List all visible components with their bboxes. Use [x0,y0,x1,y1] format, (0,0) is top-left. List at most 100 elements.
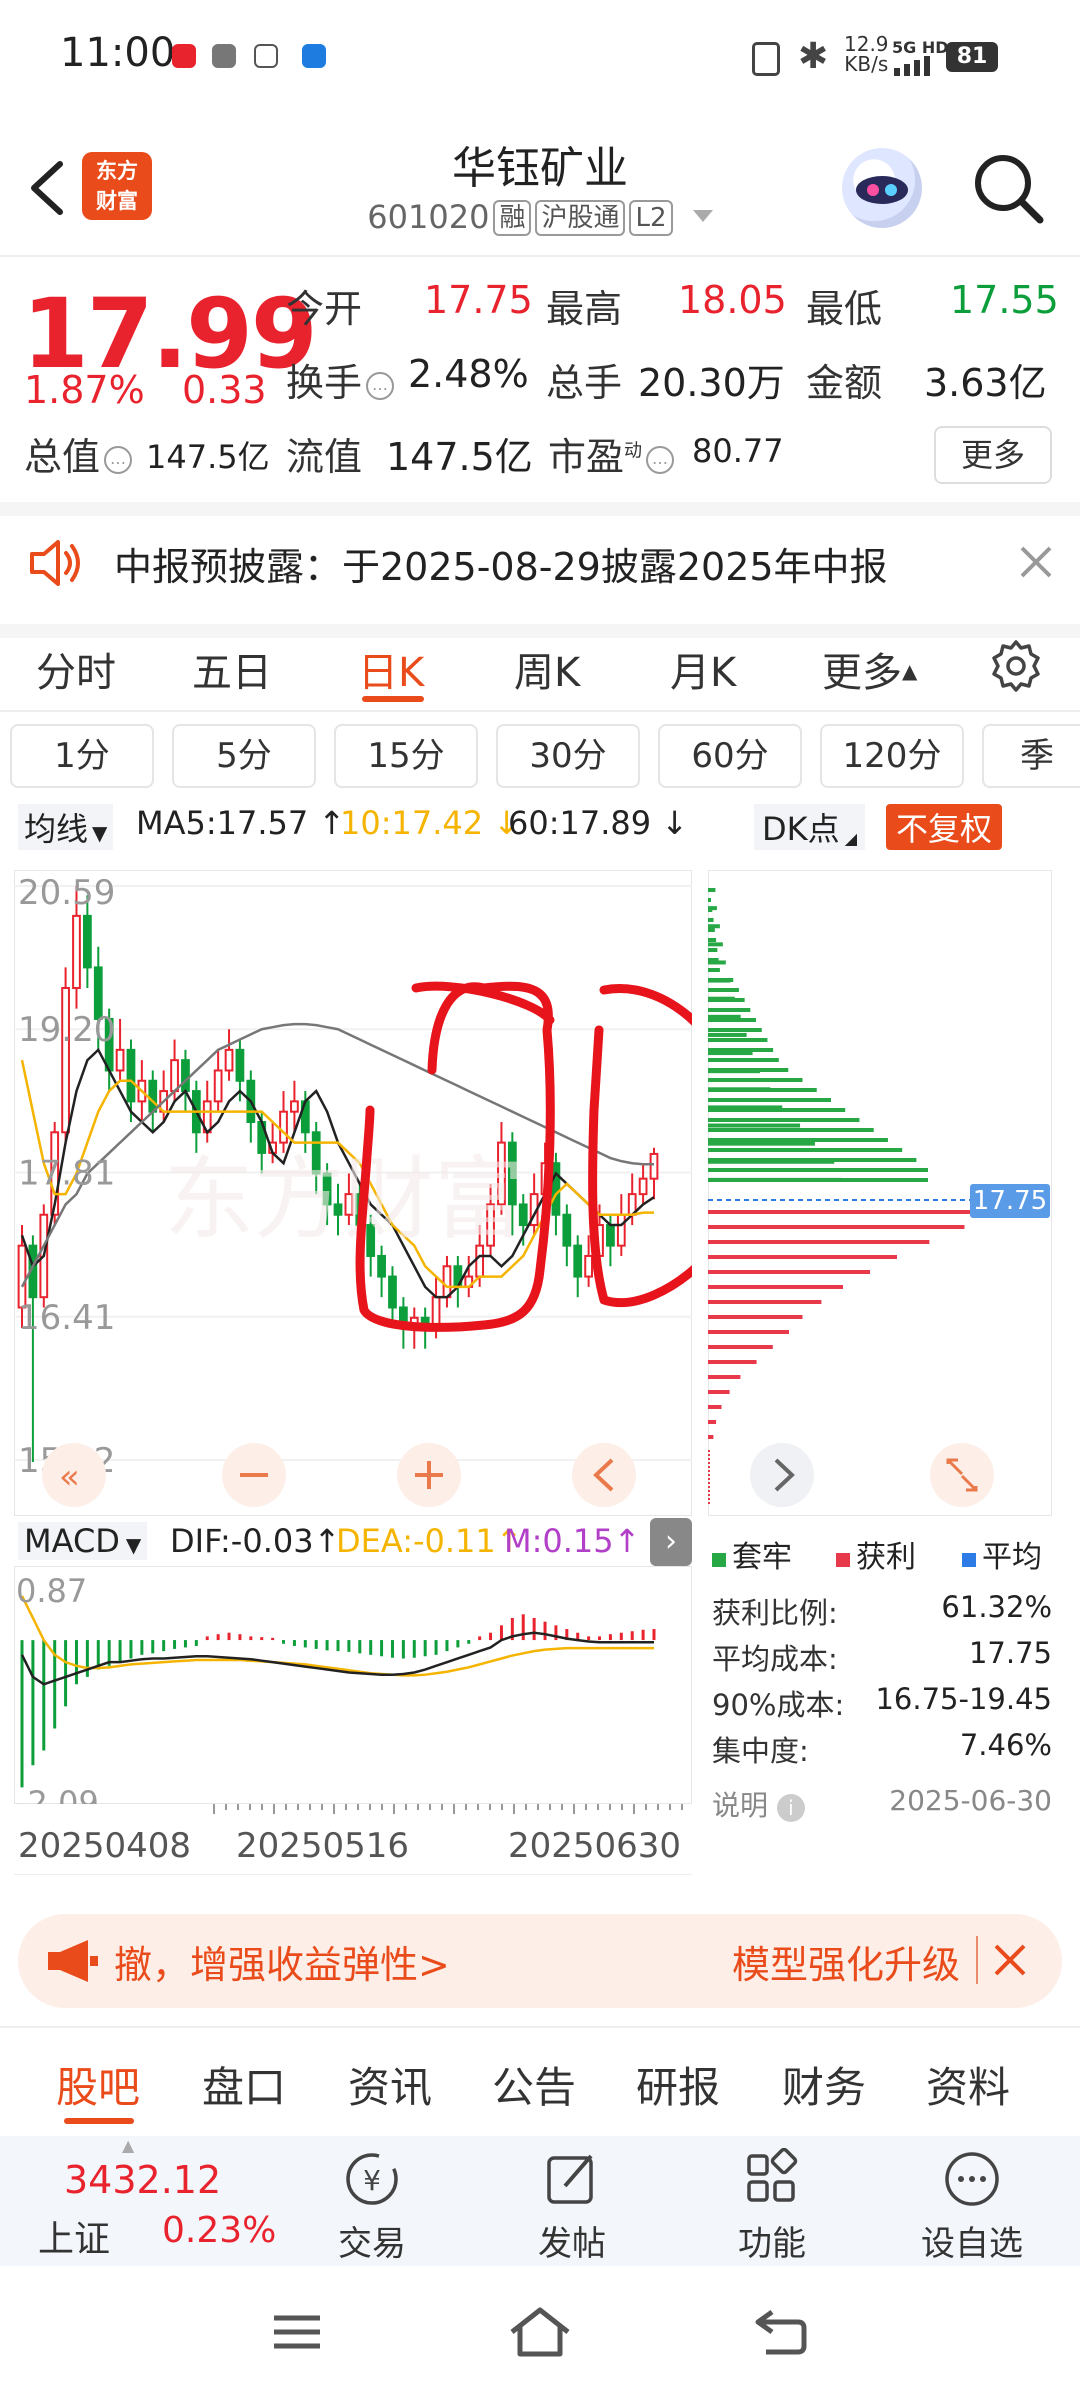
ai-assistant-icon[interactable] [842,148,922,228]
megaphone-icon [48,1940,98,1982]
alipay-icon [254,44,278,68]
subtab-profile[interactable]: 资料 [926,2054,1010,2115]
subtab-announcements[interactable]: 公告 [492,2054,576,2115]
subtab-research[interactable]: 研报 [636,2054,720,2115]
indicator-selector[interactable]: MACD ▼ [18,1522,148,1560]
notice-banner[interactable]: 中报预披露：于2025-08-29披露2025年中报 [0,502,1080,638]
change-percent: 1.87% [24,368,145,412]
tab-weekly-k[interactable]: 周K [514,640,580,698]
candlestick-chart[interactable]: 20.5919.2017.8116.4115.02 东方财富 « [14,870,692,1516]
info-icon[interactable]: … [104,446,133,474]
candle [181,1059,190,1093]
back-icon[interactable] [752,2308,808,2356]
more-button[interactable]: 更多 [934,426,1052,484]
open-label: 今开 [286,287,363,331]
promo-banner[interactable]: 撤，增强收益弹性> 模型强化升级 [18,1914,1062,2008]
note-label[interactable]: 说明 i [712,1784,805,1824]
functions-button[interactable]: 功能 [712,2136,832,2265]
chip-bar-profit [708,1486,710,1488]
cost-90-value: 16.75-19.45 [875,1682,1052,1716]
connect-tag: 沪股通 [535,200,626,236]
trade-button[interactable]: ¥ 交易 [312,2136,432,2265]
ma5-value: MA5:17.57 ↑ [136,804,346,842]
post-button[interactable]: 发帖 [512,2136,632,2265]
candle [377,1254,386,1278]
x-tick-end: 20250630 [508,1826,682,1866]
period-1min[interactable]: 1分 [10,724,154,788]
chip-bar-profit [708,1405,722,1409]
period-15min[interactable]: 15分 [334,724,478,788]
macd-ytick-bottom: -2.09 [16,1784,99,1804]
index-name: 上证 [38,2219,111,2260]
chip-bar-profit [708,1270,870,1274]
candle [170,1059,179,1093]
home-icon[interactable] [508,2306,572,2358]
tab-monthly-k[interactable]: 月K [670,640,736,698]
period-30min[interactable]: 30分 [496,724,640,788]
chip-bar-trapped [708,998,745,1002]
close-icon[interactable] [1014,540,1058,584]
adjust-button[interactable]: 不复权 [886,804,1003,850]
subtab-orderbook[interactable]: 盘口 [202,2054,286,2115]
battery-icon: 81 [946,42,998,72]
dk-point-selector[interactable]: DK点 ◢ [754,804,866,850]
ma-selector[interactable]: 均线 ▼ [18,804,114,850]
search-icon[interactable] [970,150,1046,226]
info-icon[interactable]: … [646,446,675,474]
low-value: 17.55 [950,278,1059,322]
subtab-financials[interactable]: 财务 [782,2054,866,2115]
candle [290,1100,299,1113]
subtab-forum[interactable]: 股吧 [56,2054,140,2115]
bluetooth-icon: ✱ [798,36,829,77]
x-tick-start: 20250408 [18,1826,192,1866]
open-value: 17.75 [424,278,533,322]
chip-bar-trapped [708,924,720,929]
info-icon: i [776,1794,805,1822]
chip-bar-trapped [708,1078,803,1082]
macd-chart[interactable]: 0.87 -2.09 [14,1566,692,1804]
period-quarter[interactable]: 季 [982,724,1080,788]
bottom-toolbar: ▲ 3432.12 上证 0.23% ¥ 交易 发帖 功能 设自选 [0,2136,1080,2266]
tab-intraday[interactable]: 分时 [36,640,116,698]
stock-code: 601020 [367,198,490,236]
chip-bar-trapped [708,1058,779,1062]
tab-five-day[interactable]: 五日 [192,640,272,698]
volume-label: 总手 [546,361,623,405]
menu-icon[interactable] [272,2312,322,2352]
period-120min[interactable]: 120分 [820,724,964,788]
active-tab-indicator [362,696,424,702]
chip-bar-trapped [708,1038,768,1042]
expand-arrow-icon[interactable]: › [650,1518,692,1566]
chip-bar-trapped [708,1098,831,1102]
add-watchlist-button[interactable]: 设自选 [912,2136,1032,2265]
tab-daily-k[interactable]: 日K [358,640,424,698]
fast-back-icon: « [59,1457,80,1497]
y-tick-label: 20.59 [18,873,115,913]
index-change: 0.23% [162,2210,277,2251]
content-tabs: 股吧 盘口 资讯 公告 研报 财务 资料 [0,2026,1080,2138]
pe-value: 80.77 [692,432,784,470]
promo-text: 撤，增强收益弹性> [114,1943,450,1987]
period-60min[interactable]: 60分 [658,724,802,788]
chip-bar-trapped [708,888,710,892]
period-5min[interactable]: 5分 [172,724,316,788]
promo-divider [976,1936,978,1984]
index-ticker[interactable]: ▲ 3432.12 上证 0.23% [0,2136,300,2266]
chip-bar-trapped [708,1088,817,1092]
tab-more[interactable]: 更多▲ [822,640,917,698]
concentration-value: 7.46% [959,1728,1052,1762]
info-icon[interactable]: … [366,372,395,400]
chip-bar-profit [708,1462,710,1464]
y-tick-label: 17.81 [18,1153,115,1193]
candle [72,914,81,990]
turnover-label: 换手… [286,352,395,407]
subtab-news[interactable]: 资讯 [348,2054,432,2115]
chip-bar-profit [708,1450,710,1452]
level2-tag: L2 [629,200,673,236]
candle [213,1069,223,1103]
concentration-label: 集中度: [712,1734,809,1768]
speaker-icon [30,540,80,586]
gear-icon[interactable] [988,638,1044,694]
close-icon[interactable] [990,1940,1030,1980]
profit-ratio-value: 61.32% [941,1590,1052,1624]
